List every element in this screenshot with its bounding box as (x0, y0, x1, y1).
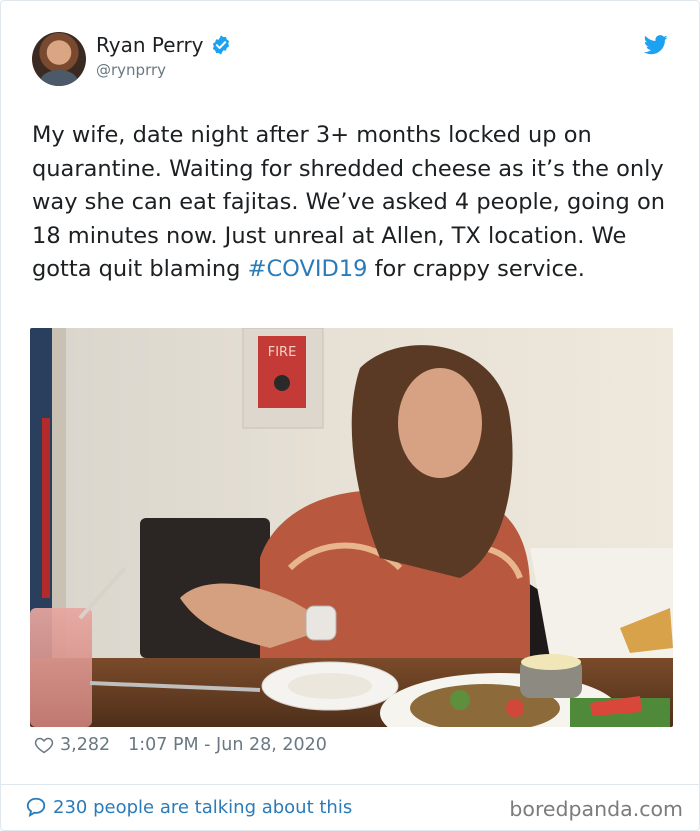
avatar-shirt (40, 70, 78, 86)
author-name-row[interactable]: Ryan Perry (96, 33, 232, 57)
hashtag-link[interactable]: #COVID19 (248, 256, 368, 282)
fire-alarm-label: FIRE (268, 345, 297, 360)
twitter-bird-icon[interactable] (644, 35, 668, 55)
author-handle[interactable]: @rynprry (96, 61, 166, 79)
tweet-meta: 3,282 1:07 PM - Jun 28, 2020 (34, 735, 327, 755)
restaurant-photo-illustration: FIRE (30, 328, 673, 727)
like-count[interactable]: 3,282 (60, 735, 110, 755)
tweet-timestamp[interactable]: 1:07 PM - Jun 28, 2020 (128, 735, 327, 755)
verified-badge-icon (212, 35, 229, 55)
footer-divider (1, 784, 699, 785)
talking-link[interactable]: 230 people are talking about this (25, 796, 352, 818)
tweet-text-after: for crappy service. (367, 256, 585, 282)
heart-icon[interactable] (34, 735, 54, 755)
talking-text[interactable]: 230 people are talking about this (53, 797, 352, 818)
boredpanda-watermark: boredpanda.com (509, 797, 683, 821)
tweet-photo[interactable]: FIRE (30, 328, 673, 727)
speech-bubble-icon (26, 797, 46, 818)
avatar[interactable] (32, 32, 86, 86)
tweet-card: Ryan Perry @rynprry My wife, date night … (0, 0, 700, 831)
author-name[interactable]: Ryan Perry (96, 33, 204, 57)
tweet-text: My wife, date night after 3+ months lock… (32, 119, 672, 287)
